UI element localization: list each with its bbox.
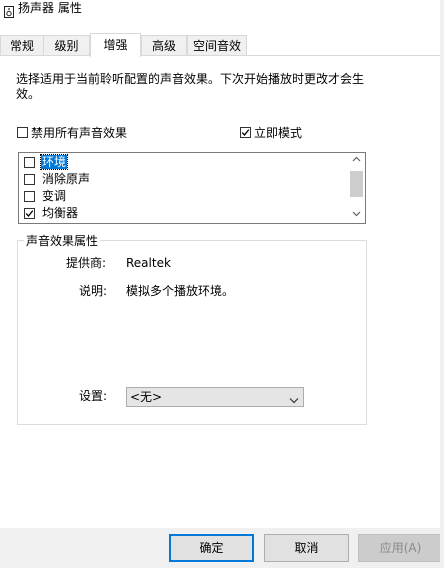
tab-general[interactable]: 常规 (0, 35, 44, 55)
disable-all-label: 禁用所有声音效果 (31, 126, 128, 140)
settings-dropdown[interactable]: <无> (126, 387, 304, 407)
list-item-label: 均衡器 (42, 206, 79, 220)
chevron-down-icon (352, 211, 361, 217)
tab-enhancements[interactable]: 增强 (90, 33, 141, 57)
voice-cancellation-checkbox[interactable] (24, 174, 35, 185)
list-item-environment[interactable]: 环境 (22, 154, 342, 171)
chevron-down-icon (289, 393, 299, 407)
scroll-up-button[interactable] (348, 153, 365, 168)
list-scrollbar[interactable] (348, 153, 365, 223)
disable-all-checkbox[interactable] (17, 127, 28, 138)
list-item-label: 变调 (42, 189, 67, 203)
ok-button[interactable]: 确定 (169, 534, 254, 562)
speaker-icon (4, 6, 14, 18)
window-edge (440, 0, 444, 568)
description-value: 模拟多个播放环境。 (126, 284, 235, 298)
list-item-equalizer[interactable]: 均衡器 (22, 205, 342, 222)
settings-value: <无> (130, 390, 163, 404)
tab-advanced[interactable]: 高级 (141, 35, 187, 55)
description-label: 说明: (79, 284, 108, 298)
enhancement-description: 选择适用于当前聆听配置的声音效果。下次开始播放时更改才会生效。 (16, 72, 365, 101)
scroll-thumb[interactable] (350, 171, 363, 197)
provider-value: Realtek (126, 256, 171, 270)
tab-spatial-sound[interactable]: 空间音效 (187, 35, 247, 55)
chevron-up-icon (352, 156, 361, 162)
settings-label: 设置: (79, 389, 108, 403)
window-title: 扬声器 属性 (18, 1, 82, 15)
immediate-mode-label: 立即模式 (254, 126, 303, 140)
title-bar: 扬声器 属性 (0, 0, 444, 28)
checkmark-icon (25, 210, 34, 217)
group-title: 声音效果属性 (24, 234, 101, 248)
immediate-mode-checkbox[interactable] (240, 127, 251, 138)
apply-button[interactable]: 应用(A) (358, 534, 443, 562)
equalizer-checkbox[interactable] (24, 208, 35, 219)
list-item-label: 消除原声 (42, 172, 91, 186)
checkmark-icon (241, 129, 250, 136)
provider-label: 提供商: (66, 256, 107, 270)
list-item-label: 环境 (39, 154, 69, 170)
tab-levels[interactable]: 级别 (43, 35, 90, 55)
list-item-pitch-shift[interactable]: 变调 (22, 188, 342, 205)
pitch-shift-checkbox[interactable] (24, 191, 35, 202)
effects-list[interactable]: 环境 消除原声 变调 均衡器 (18, 152, 366, 224)
list-item-voice-cancellation[interactable]: 消除原声 (22, 171, 342, 188)
cancel-button[interactable]: 取消 (264, 534, 349, 562)
environment-checkbox[interactable] (24, 157, 35, 168)
scroll-down-button[interactable] (348, 208, 365, 223)
